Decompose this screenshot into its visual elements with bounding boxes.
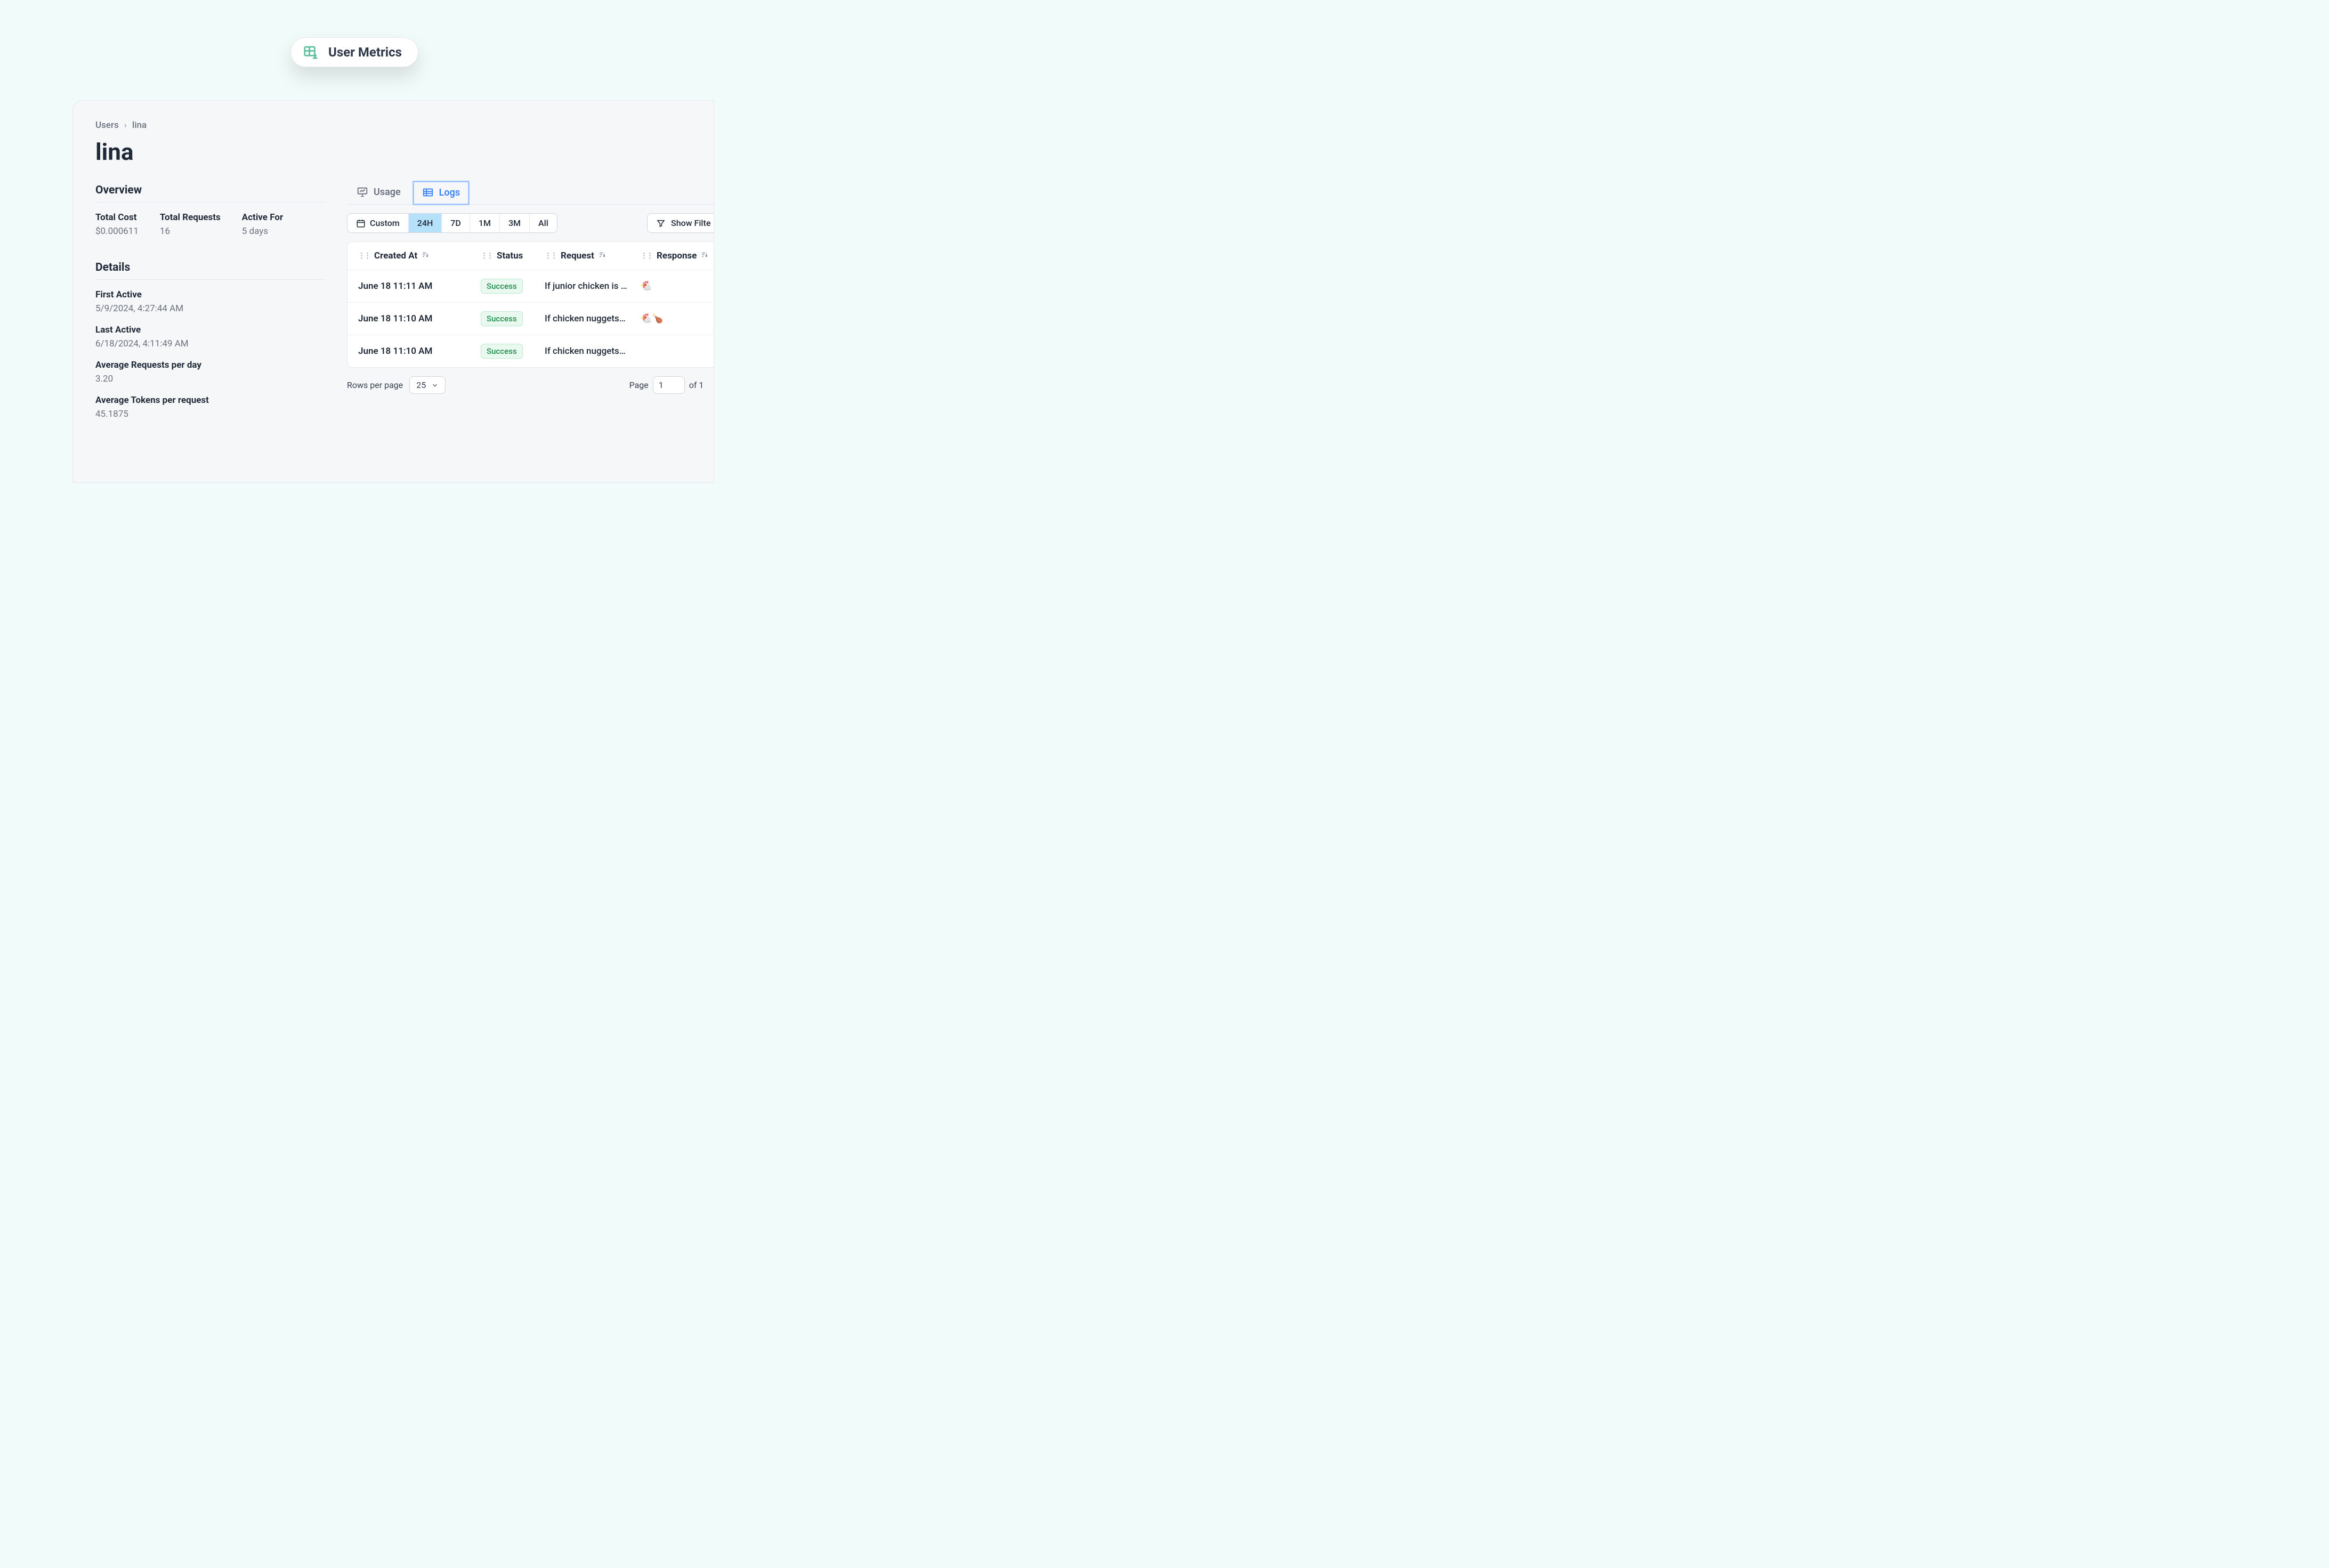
cell-response: 🐔 [641,281,708,292]
chevron-right-icon: › [124,120,127,131]
cell-request: If chicken nuggets… [545,313,641,324]
logs-table: ⋮⋮ Created At ⋮⋮ Status ⋮⋮ Requ [347,241,714,368]
status-badge: Success [481,279,523,294]
range-7d-button[interactable]: 7D [442,214,470,232]
breadcrumb: Users › lina [95,120,714,131]
breadcrumb-root[interactable]: Users [95,120,119,131]
cell-response: 🐔🍗 [641,313,708,324]
drag-handle-icon: ⋮⋮ [641,252,652,260]
stat-value-active-for: 5 days [242,226,283,237]
rows-per-page-select[interactable]: 25 [409,376,446,394]
detail-label-first-active: First Active [95,289,325,300]
detail-label-avg-requests: Average Requests per day [95,360,325,370]
range-24h-button[interactable]: 24H [409,214,442,232]
presentation-chart-icon [357,186,368,198]
status-badge: Success [481,344,523,359]
drag-handle-icon: ⋮⋮ [481,252,492,260]
cell-request: If junior chicken is … [545,281,641,292]
detail-value-first-active: 5/9/2024, 4:27:44 AM [95,303,325,314]
details-heading: Details [95,261,325,280]
detail-value-avg-tokens: 45.1875 [95,409,325,419]
rows-per-page-label: Rows per page [347,380,403,390]
user-metrics-title: User Metrics [328,45,402,60]
sort-icon [701,250,708,261]
table-icon [422,187,434,198]
breadcrumb-current: lina [132,120,147,131]
range-3m-button[interactable]: 3M [500,214,530,232]
detail-label-last-active: Last Active [95,325,325,335]
col-response[interactable]: ⋮⋮ Response [641,250,708,261]
page-of-label: of 1 [689,380,704,390]
cell-created: June 18 11:10 AM [358,313,481,324]
col-status[interactable]: ⋮⋮ Status [481,250,545,261]
table-row[interactable]: June 18 11:10 AM Success If chicken nugg… [347,303,714,335]
sort-icon [599,250,606,261]
show-filters-button[interactable]: Show Filte [647,213,714,233]
stat-label-active-for: Active For [242,212,283,223]
stat-value-total-requests: 16 [160,226,221,237]
cell-created: June 18 11:10 AM [358,346,481,357]
drag-handle-icon: ⋮⋮ [545,252,556,260]
cell-request: If chicken nuggets… [545,346,641,357]
col-request[interactable]: ⋮⋮ Request [545,250,641,261]
tab-logs[interactable]: Logs [413,181,470,205]
cell-status: Success [481,311,545,326]
page-label: Page [629,380,649,390]
sort-icon [422,250,429,261]
tab-usage[interactable]: Usage [347,181,410,204]
chevron-down-icon [431,382,439,389]
drag-handle-icon: ⋮⋮ [358,252,370,260]
cell-created: June 18 11:11 AM [358,281,481,292]
stat-value-total-cost: $0.000611 [95,226,139,237]
detail-value-last-active: 6/18/2024, 4:11:49 AM [95,338,325,349]
detail-label-avg-tokens: Average Tokens per request [95,395,325,406]
table-row[interactable]: June 18 11:11 AM Success If junior chick… [347,270,714,303]
table-header: ⋮⋮ Created At ⋮⋮ Status ⋮⋮ Requ [347,242,714,270]
detail-value-avg-requests: 3.20 [95,374,325,384]
status-badge: Success [481,311,523,326]
range-custom-button[interactable]: Custom [347,214,409,232]
page-title: lina [95,138,714,166]
tab-usage-label: Usage [374,187,401,198]
time-range-segmented: Custom 24H 7D 1M 3M All [347,213,557,233]
col-created-at[interactable]: ⋮⋮ Created At [358,250,481,261]
range-all-button[interactable]: All [530,214,557,232]
filter-icon [656,219,666,228]
calendar-icon [356,219,366,228]
user-metrics-badge: User Metrics [290,37,418,67]
table-user-icon [303,44,319,60]
tab-logs-label: Logs [439,187,460,198]
cell-status: Success [481,344,545,359]
overview-heading: Overview [95,184,325,203]
table-row[interactable]: June 18 11:10 AM Success If chicken nugg… [347,335,714,367]
stat-label-total-cost: Total Cost [95,212,139,223]
range-1m-button[interactable]: 1M [470,214,500,232]
page-input[interactable]: 1 [653,376,685,394]
stat-label-total-requests: Total Requests [160,212,221,223]
main-panel: Users › lina lina Overview Total Cost $0… [72,100,714,483]
cell-status: Success [481,279,545,294]
